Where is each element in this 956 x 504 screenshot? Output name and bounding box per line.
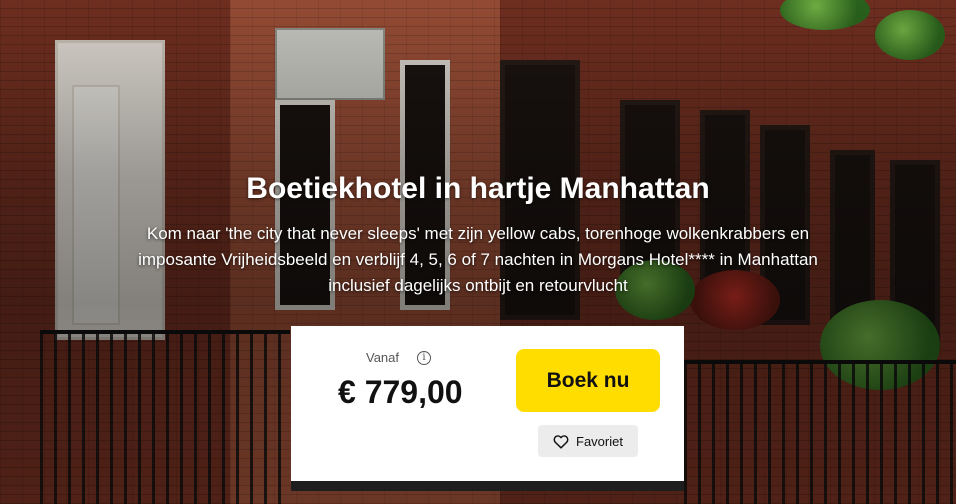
booking-card: Vanaf i € 779,00 Boek nu Favoriet — [291, 326, 684, 481]
favorite-label: Favoriet — [576, 433, 623, 449]
favorite-button[interactable]: Favoriet — [538, 425, 638, 457]
page-title: Boetiekhotel in hartje Manhattan — [246, 172, 710, 205]
price-from-label: Vanaf — [366, 350, 400, 365]
heart-outline-icon — [553, 434, 569, 449]
card-bottom-bar — [291, 481, 684, 491]
price-value: € 779,00 — [338, 374, 463, 410]
price-from-row: Vanaf i — [366, 350, 432, 365]
book-now-button[interactable]: Boek nu — [516, 349, 660, 412]
info-icon[interactable]: i — [417, 350, 432, 365]
offer-description: Kom naar 'the city that never sleeps' me… — [138, 224, 818, 295]
